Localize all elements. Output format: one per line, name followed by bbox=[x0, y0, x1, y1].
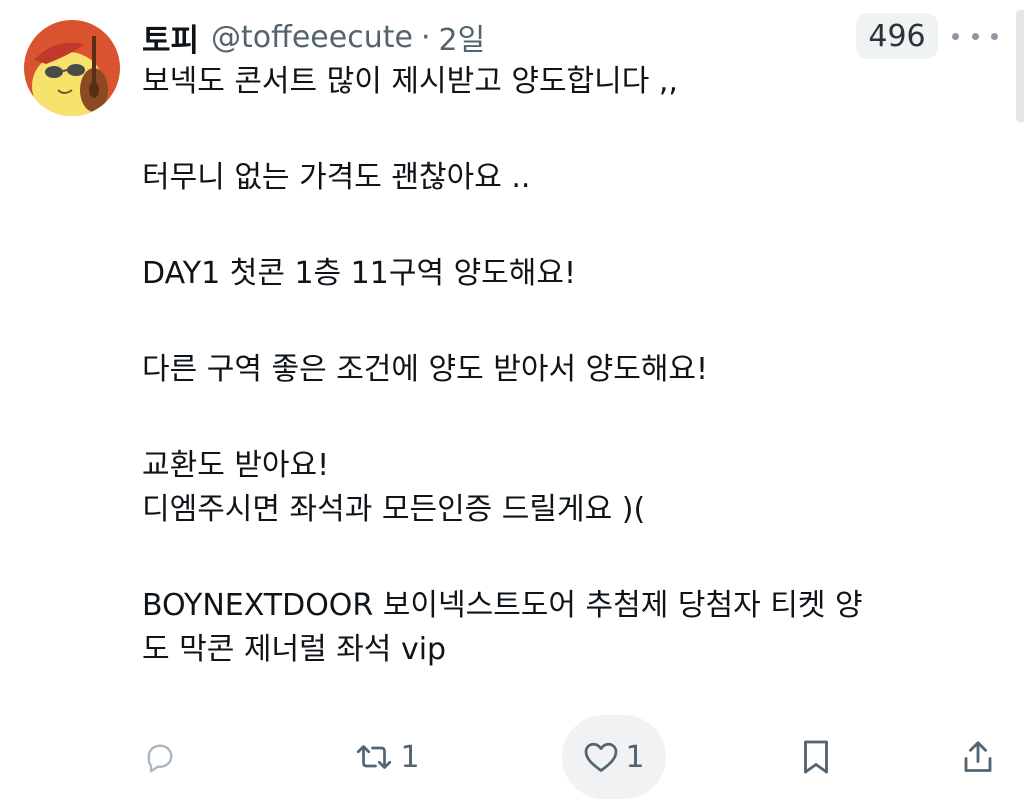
retweet-count: 1 bbox=[400, 739, 420, 775]
more-dot-icon bbox=[952, 32, 959, 40]
tweet-paragraph: 터무니 없는 가격도 괜찮아요 .. bbox=[142, 160, 531, 195]
retweet-button[interactable]: 1 bbox=[352, 712, 422, 802]
tweet-text: 보넥도 콘서트 많이 제시받고 양도합니다 ,, 터무니 없는 가격도 괜찮아요… bbox=[142, 60, 1006, 672]
more-dot-icon bbox=[991, 32, 998, 40]
tweet-paragraph: BOYNEXTDOOR 보이넥스트도어 추첨제 당첨자 티켓 양 도 막콘 제너… bbox=[142, 588, 863, 667]
tweet-header: 토피 @toffeeecute · 2일 bbox=[142, 14, 485, 60]
share-button[interactable] bbox=[956, 712, 1000, 802]
more-dot-icon bbox=[971, 32, 979, 40]
like-count: 1 bbox=[625, 739, 645, 775]
bookmark-button[interactable] bbox=[794, 712, 838, 802]
more-options-button[interactable] bbox=[952, 24, 998, 48]
scroll-indicator bbox=[1016, 10, 1024, 122]
separator-dot: · bbox=[420, 19, 431, 55]
display-name[interactable]: 토피 bbox=[142, 15, 199, 60]
views-badge[interactable]: 496 bbox=[856, 13, 938, 59]
tweet-paragraph: 교환도 받아요! 디엠주시면 좌석과 모든인증 드릴게요 )( bbox=[142, 448, 646, 527]
tweet-actions-bar: 1 1 bbox=[0, 712, 1024, 802]
tweet-paragraph: 보넥도 콘서트 많이 제시받고 양도합니다 ,, bbox=[142, 64, 678, 99]
timestamp[interactable]: 2일 bbox=[438, 15, 485, 59]
tweet-paragraph: DAY1 첫콘 1층 11구역 양도해요! bbox=[142, 256, 577, 291]
avatar-illustration bbox=[24, 20, 120, 116]
reply-button[interactable] bbox=[140, 712, 180, 802]
heart-icon bbox=[585, 742, 618, 772]
bookmark-icon bbox=[804, 740, 828, 774]
user-handle[interactable]: @toffeeecute bbox=[211, 20, 413, 55]
tweet-paragraph: 다른 구역 좋은 조건에 양도 받아서 양도해요! bbox=[142, 352, 709, 387]
avatar[interactable] bbox=[24, 20, 120, 116]
reply-icon bbox=[147, 744, 173, 773]
share-icon bbox=[964, 741, 992, 772]
like-button[interactable]: 1 bbox=[562, 715, 666, 799]
retweet-icon bbox=[357, 745, 392, 769]
